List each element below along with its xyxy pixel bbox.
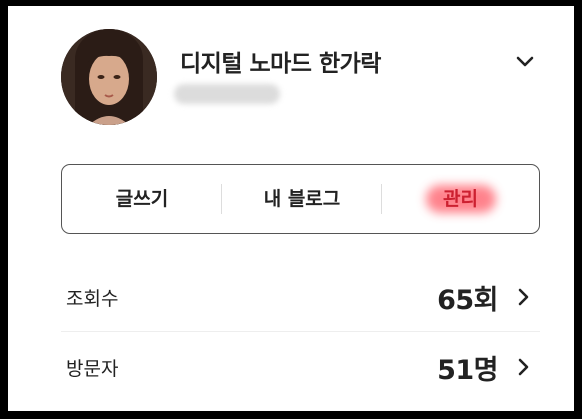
blog-profile-card: 디지털 노마드 한가락 글쓰기 내 블로그 관리 조회수 65회 방문자 51명 <box>8 6 574 411</box>
action-bar: 글쓰기 내 블로그 관리 <box>61 164 540 234</box>
visitors-label: 방문자 <box>66 358 119 380</box>
chevron-down-icon[interactable] <box>514 50 536 72</box>
chevron-right-icon <box>518 358 529 376</box>
views-value: 65회 <box>437 285 498 316</box>
manage-label: 관리 <box>443 188 478 210</box>
views-label: 조회수 <box>66 288 119 310</box>
write-button[interactable]: 글쓰기 <box>62 165 222 233</box>
row-divider <box>61 331 540 332</box>
visitors-value: 51명 <box>437 355 498 386</box>
chevron-right-icon <box>518 288 529 306</box>
blog-name: 디지털 노마드 한가락 <box>180 51 381 77</box>
views-row[interactable]: 조회수 65회 <box>61 268 540 328</box>
visitors-row[interactable]: 방문자 51명 <box>61 338 540 398</box>
avatar[interactable] <box>61 29 157 125</box>
my-blog-button[interactable]: 내 블로그 <box>222 165 382 233</box>
blurred-blog-address <box>174 84 280 104</box>
avatar-portrait <box>61 29 157 125</box>
manage-button[interactable]: 관리 <box>382 165 539 233</box>
